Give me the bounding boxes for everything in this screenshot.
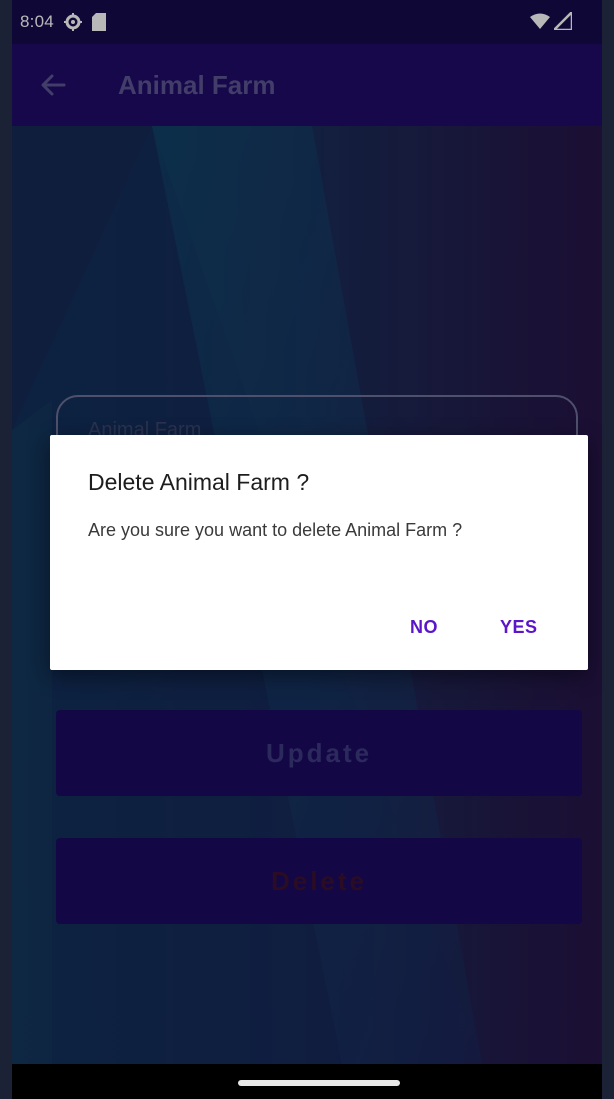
home-gesture-handle[interactable] [238,1080,400,1086]
app-screen: 8:04 Animal Farm Animal Farm Update Dele… [12,0,602,1099]
yes-button[interactable]: YES [500,617,538,638]
dialog-title: Delete Animal Farm ? [88,469,310,495]
dialog-message: Are you sure you want to delete Animal F… [88,520,463,540]
delete-confirm-dialog: Delete Animal Farm ? Are you sure you wa… [50,435,588,670]
no-button[interactable]: NO [410,617,438,638]
navigation-bar [12,1064,602,1099]
